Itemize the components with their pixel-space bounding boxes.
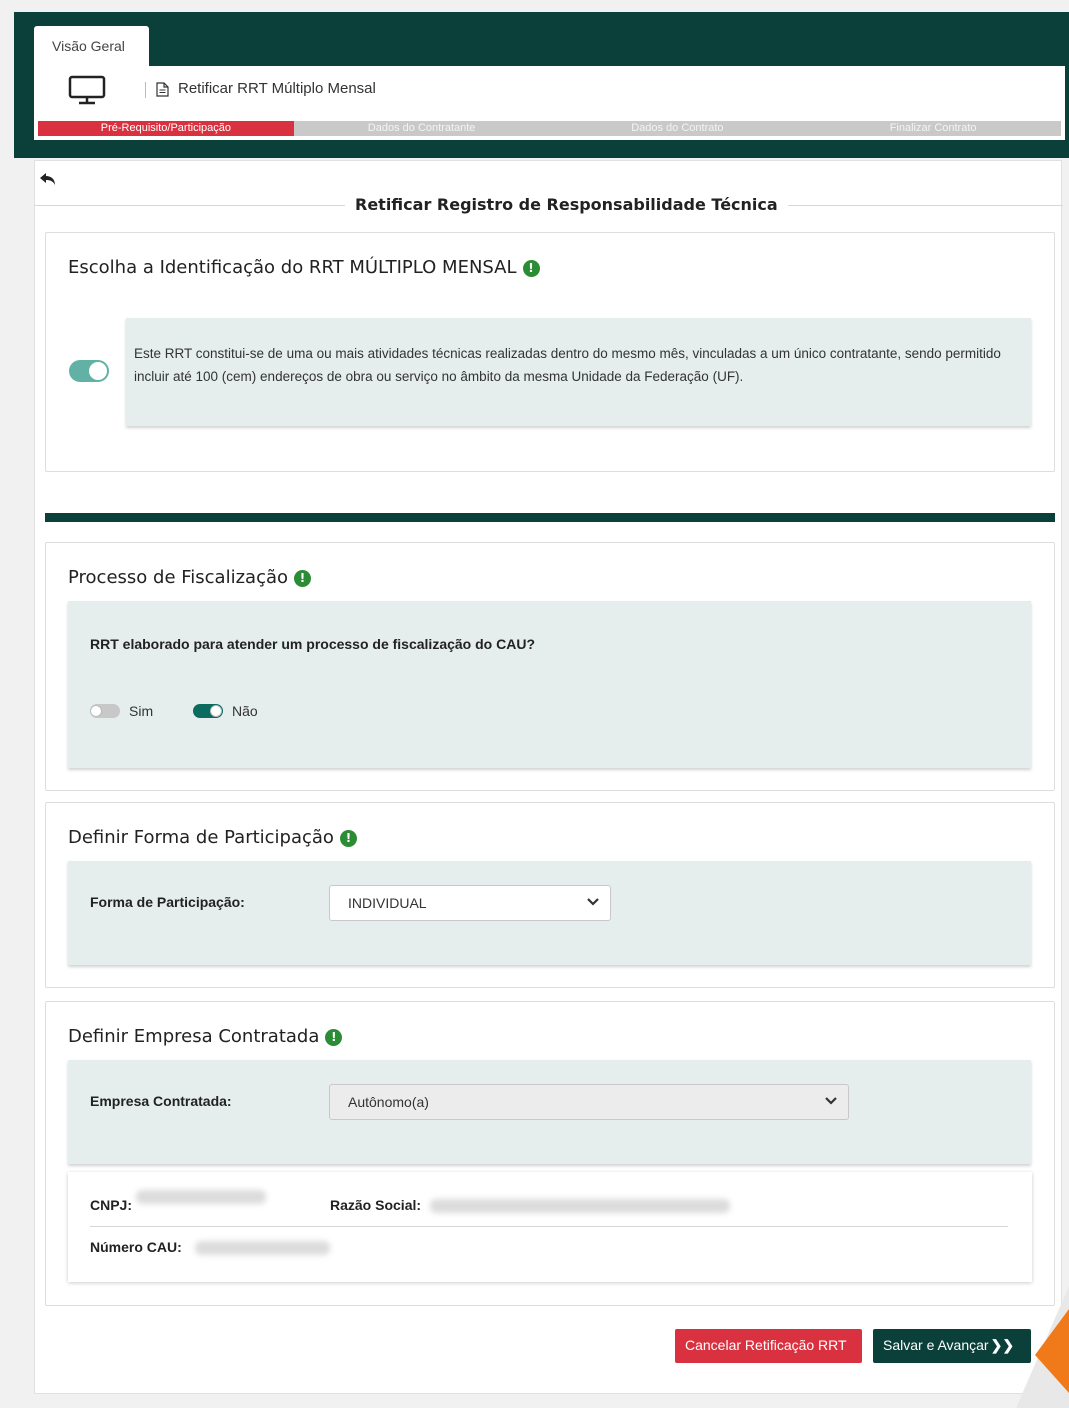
info-divider bbox=[90, 1226, 1008, 1227]
info-icon[interactable]: ! bbox=[339, 830, 357, 847]
section-participacao: Definir Forma de Participação! Forma de … bbox=[45, 802, 1055, 988]
option-sim[interactable]: Sim bbox=[90, 703, 153, 719]
nao-switch[interactable] bbox=[193, 704, 223, 718]
step-dados-contratante[interactable]: Dados do Contratante bbox=[293, 121, 550, 136]
cnpj-label: CNPJ: bbox=[90, 1197, 133, 1213]
monitor-icon bbox=[68, 75, 106, 105]
rrt-multiplo-toggle[interactable] bbox=[69, 360, 109, 382]
tab-visao-geral[interactable]: Visão Geral bbox=[34, 26, 149, 68]
rrt-description: Este RRT constitui-se de uma ou mais ati… bbox=[134, 346, 1001, 384]
numero-cau-label: Número CAU: bbox=[90, 1239, 182, 1255]
cnpj-value-redacted bbox=[136, 1190, 266, 1204]
empresa-info-box: CNPJ: Razão Social: Número CAU: bbox=[68, 1172, 1032, 1282]
section-title-fiscalizacao: Processo de Fiscalização! bbox=[68, 567, 312, 588]
step-pre-requisito[interactable]: Pré-Requisito/Participação bbox=[38, 121, 294, 136]
section-fiscalizacao: Processo de Fiscalização! RRT elaborado … bbox=[45, 542, 1055, 791]
participacao-label: Forma de Participação: bbox=[90, 894, 245, 910]
option-nao-label: Não bbox=[232, 703, 258, 719]
section-empresa: Definir Empresa Contratada! Empresa Cont… bbox=[45, 1001, 1055, 1306]
option-nao[interactable]: Não bbox=[193, 703, 258, 719]
page: Visão Geral Retificar RRT Múltiplo Mensa… bbox=[0, 0, 1069, 1408]
section-title-text: Definir Empresa Contratada bbox=[68, 1026, 320, 1047]
section-title-text: Processo de Fiscalização bbox=[68, 567, 289, 588]
document-icon bbox=[156, 82, 169, 97]
page-title: Retificar RRT Múltiplo Mensal bbox=[178, 80, 376, 97]
fiscalizacao-question: RRT elaborado para atender um processo d… bbox=[90, 636, 535, 652]
toggle-knob bbox=[89, 362, 107, 380]
empresa-contratada-select[interactable]: Autônomo(a) bbox=[329, 1084, 849, 1120]
section-identificacao: Escolha a Identificação do RRT MÚLTIPLO … bbox=[45, 232, 1055, 472]
numero-cau-value-redacted bbox=[195, 1241, 330, 1255]
section-title-participacao: Definir Forma de Participação! bbox=[68, 827, 357, 848]
select-value: Autônomo(a) bbox=[348, 1094, 429, 1110]
empresa-label: Empresa Contratada: bbox=[90, 1093, 232, 1109]
section-title-text: Definir Forma de Participação bbox=[68, 827, 334, 848]
info-icon[interactable]: ! bbox=[325, 1029, 343, 1046]
progress-steps: Pré-Requisito/Participação Dados do Cont… bbox=[38, 121, 1061, 136]
section-title-text: Escolha a Identificação do RRT MÚLTIPLO … bbox=[68, 257, 517, 278]
info-icon[interactable]: ! bbox=[294, 570, 312, 587]
fiscalizacao-panel: RRT elaborado para atender um processo d… bbox=[68, 601, 1031, 768]
empresa-panel: Empresa Contratada: Autônomo(a) bbox=[68, 1060, 1031, 1164]
section-title-empresa: Definir Empresa Contratada! bbox=[68, 1026, 343, 1047]
razao-social-value-redacted bbox=[430, 1199, 730, 1213]
chevron-down-icon bbox=[825, 1097, 837, 1105]
step-dados-contrato[interactable]: Dados do Contrato bbox=[549, 121, 806, 136]
header-band: Visão Geral Retificar RRT Múltiplo Mensa… bbox=[14, 12, 1069, 158]
section-divider bbox=[45, 513, 1055, 522]
info-icon[interactable]: ! bbox=[522, 260, 540, 277]
corner-tab-icon[interactable] bbox=[1033, 1309, 1069, 1393]
select-value: INDIVIDUAL bbox=[348, 895, 427, 911]
chevron-down-icon bbox=[587, 898, 599, 906]
forma-participacao-select[interactable]: INDIVIDUAL bbox=[329, 885, 611, 921]
double-chevron-right-icon: ❯❯ bbox=[990, 1337, 1015, 1353]
section-title-identificacao: Escolha a Identificação do RRT MÚLTIPLO … bbox=[68, 257, 540, 278]
sim-switch[interactable] bbox=[90, 704, 120, 718]
description-panel: Este RRT constitui-se de uma ou mais ati… bbox=[126, 318, 1031, 426]
step-finalizar-contrato[interactable]: Finalizar Contrato bbox=[805, 121, 1061, 136]
razao-social-label: Razão Social: bbox=[330, 1197, 422, 1213]
participacao-panel: Forma de Participação: INDIVIDUAL bbox=[68, 861, 1031, 965]
separator bbox=[145, 82, 146, 98]
save-label: Salvar e Avançar bbox=[883, 1337, 989, 1353]
main-title: Retificar Registro de Responsabilidade T… bbox=[345, 195, 788, 214]
save-and-next-button[interactable]: Salvar e Avançar ❯❯ bbox=[873, 1329, 1031, 1363]
main-card: Retificar Registro de Responsabilidade T… bbox=[34, 160, 1063, 1394]
cancel-retificacao-button[interactable]: Cancelar Retificação RRT bbox=[675, 1329, 862, 1363]
option-sim-label: Sim bbox=[129, 703, 154, 719]
back-arrow-icon[interactable] bbox=[38, 171, 58, 189]
